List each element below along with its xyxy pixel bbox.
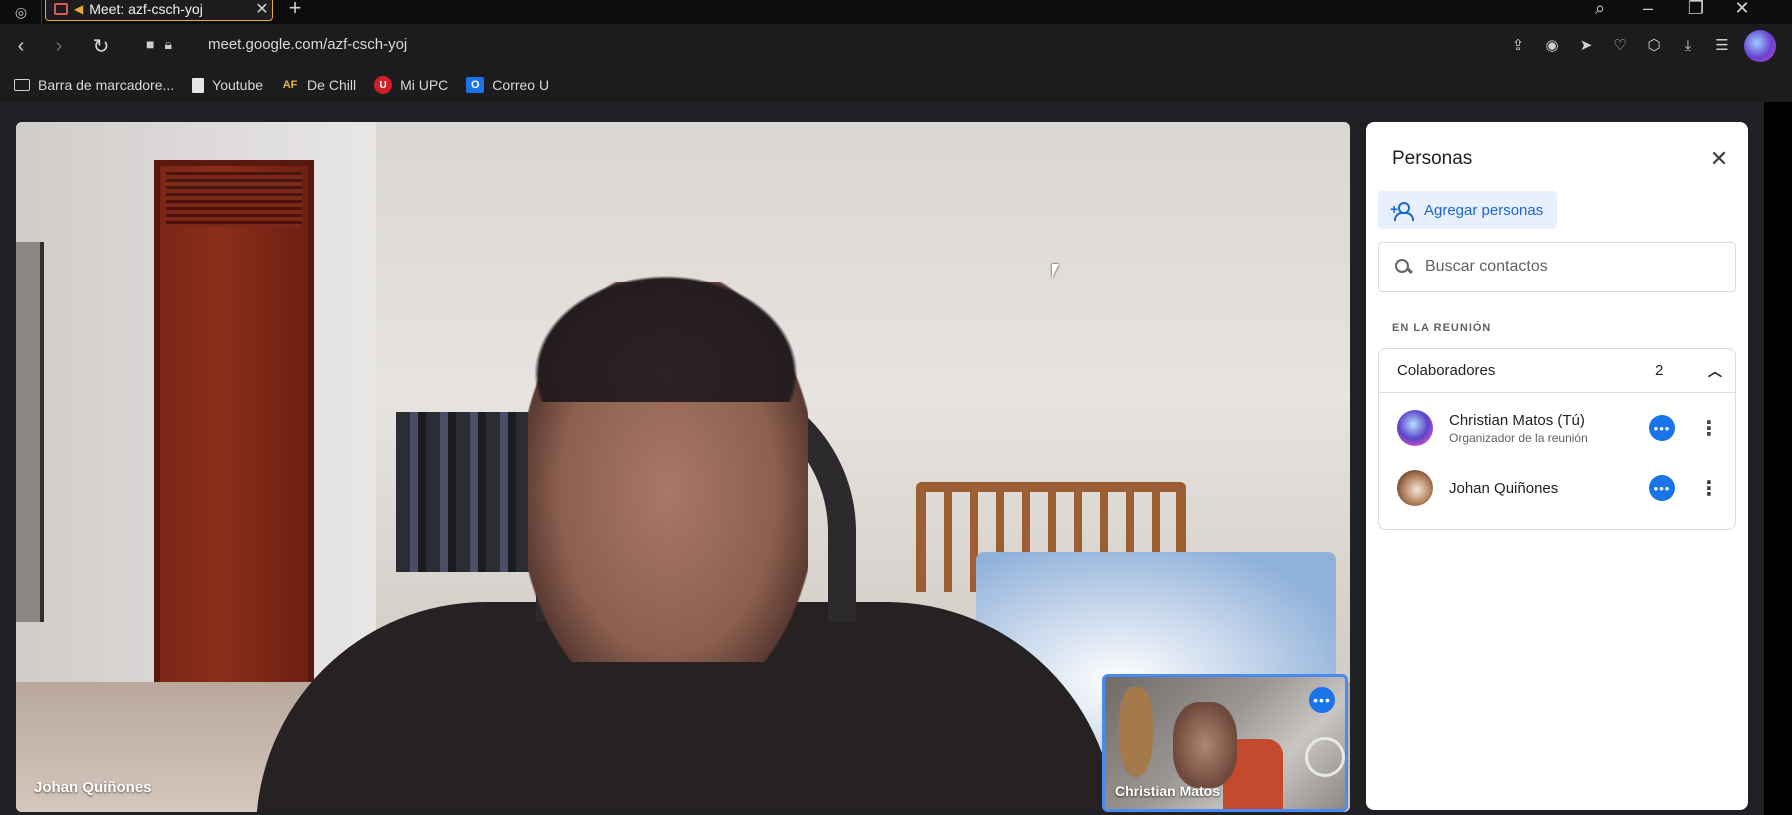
group-name: Colaboradores	[1397, 362, 1496, 379]
download-icon[interactable]: ⤓	[1678, 35, 1698, 55]
video-door-vent	[166, 172, 302, 227]
opera-menu-icon[interactable]: ◎	[0, 0, 42, 24]
reload-icon[interactable]: ↻	[86, 24, 116, 68]
snapshot-icon[interactable]: ◉	[1542, 35, 1562, 55]
self-video-tile[interactable]: ••• Christian Matos	[1102, 674, 1348, 812]
more-vert-icon[interactable]: ⋮	[1697, 476, 1721, 500]
search-icon	[1395, 259, 1411, 275]
browser-window: ◎ ◀ Meet: azf-csch-yoj ✕ + ⌕ – ❐ ✕ ‹ › ↻…	[0, 0, 1792, 815]
tab-close-icon[interactable]: ✕	[252, 0, 272, 19]
folder-icon	[14, 79, 30, 91]
maximize-icon[interactable]: ❐	[1674, 0, 1718, 20]
easy-setup-icon[interactable]: ☰	[1712, 35, 1732, 55]
lock-icon[interactable]: 🔒︎	[164, 36, 171, 53]
group-count: 2	[1655, 362, 1664, 379]
send-icon[interactable]: ➤	[1576, 35, 1596, 55]
avatar	[1397, 470, 1433, 506]
participant-name: Johan Quiñones	[1449, 479, 1559, 497]
window-close-icon[interactable]: ✕	[1720, 0, 1764, 20]
participant-options-icon[interactable]: •••	[1649, 475, 1675, 501]
self-more-options-icon[interactable]: •••	[1309, 687, 1335, 713]
bookmark-folder[interactable]: Barra de marcadore...	[14, 77, 174, 93]
upc-icon: U	[374, 76, 393, 94]
heart-icon[interactable]: ♡	[1610, 35, 1630, 55]
self-video-face	[1173, 702, 1237, 788]
participant-row: Johan Quiñones ••• ⋮	[1379, 459, 1735, 517]
back-icon[interactable]: ‹	[6, 24, 36, 68]
main-video-tile[interactable]: Johan Quiñones ••• Christian Matos	[16, 122, 1350, 812]
collaborators-group: Colaboradores 2 ︿ Christian Matos (Tú) O…	[1378, 348, 1736, 530]
tab-meet[interactable]: ◀ Meet: azf-csch-yoj ✕	[45, 0, 273, 21]
share-icon[interactable]: ⇪	[1508, 35, 1528, 55]
bookmark-de-chill[interactable]: AF De Chill	[281, 77, 356, 93]
bookmark-label: De Chill	[307, 77, 357, 93]
section-in-meeting: EN LA REUNIÓN	[1392, 322, 1492, 334]
self-participant-name: Christian Matos	[1115, 783, 1221, 799]
self-video-fan	[1305, 737, 1345, 777]
tab-title: Meet: azf-csch-yoj	[89, 0, 203, 17]
participant-row: Christian Matos (Tú) Organizador de la r…	[1379, 399, 1735, 457]
right-gutter	[1764, 102, 1792, 815]
main-participant-name: Johan Quiñones	[34, 779, 152, 796]
tab-bar: ◎ ◀ Meet: azf-csch-yoj ✕ + ⌕ – ❐ ✕	[0, 0, 1792, 24]
outlook-icon: O	[466, 77, 485, 93]
speaker-icon[interactable]: ◀	[74, 2, 83, 16]
camera-indicator-icon[interactable]: ■	[146, 36, 154, 53]
participant-name: Christian Matos (Tú)	[1449, 411, 1585, 429]
video-mirror	[16, 242, 44, 622]
self-video-guitar	[1119, 687, 1153, 777]
af-icon: AF	[282, 79, 298, 91]
search-contacts[interactable]	[1378, 242, 1736, 292]
chevron-up-icon[interactable]: ︿	[1695, 351, 1735, 391]
bookmarks-bar: Barra de marcadore... Youtube AF De Chil…	[0, 68, 1792, 102]
new-tab-button[interactable]: +	[283, 0, 307, 20]
add-people-button[interactable]: + Agregar personas	[1378, 191, 1558, 229]
address-bar: ‹ › ↻ ■ 🔒︎ meet.google.com/azf-csch-yoj …	[0, 24, 1792, 68]
panel-close-icon[interactable]: ✕	[1702, 142, 1736, 176]
profile-avatar[interactable]	[1744, 30, 1776, 62]
bookmark-label: Mi UPC	[400, 77, 449, 93]
participant-role: Organizador de la reunión	[1449, 430, 1588, 445]
search-tabs-icon[interactable]: ⌕	[1578, 0, 1622, 20]
collaborators-header[interactable]: Colaboradores 2 ︿	[1379, 349, 1735, 393]
bookmark-label: Youtube	[212, 77, 264, 93]
avatar	[1397, 410, 1433, 446]
add-people-label: Agregar personas	[1424, 201, 1544, 219]
search-contacts-input[interactable]	[1425, 258, 1715, 276]
extensions-icon[interactable]: ⬡	[1644, 35, 1664, 55]
minimize-icon[interactable]: –	[1626, 0, 1670, 20]
bookmark-mi-upc[interactable]: U Mi UPC	[374, 76, 448, 94]
more-vert-icon[interactable]: ⋮	[1697, 416, 1721, 440]
forward-icon[interactable]: ›	[44, 24, 74, 68]
add-person-icon: +	[1390, 201, 1414, 221]
video-person-hair	[516, 262, 816, 402]
panel-title: Personas	[1392, 148, 1473, 169]
participant-options-icon[interactable]: •••	[1649, 415, 1675, 441]
bookmark-correo-u[interactable]: O Correo U	[466, 77, 549, 93]
meet-favicon-icon	[54, 2, 68, 15]
meet-stage: Johan Quiñones ••• Christian Matos Perso…	[0, 102, 1792, 815]
url-field[interactable]: meet.google.com/azf-csch-yoj	[208, 36, 407, 53]
bookmark-label: Barra de marcadore...	[38, 77, 175, 93]
mouse-cursor-icon	[1052, 264, 1059, 278]
video-door	[154, 160, 314, 735]
people-panel: Personas ✕ + Agregar personas EN LA REUN…	[1366, 122, 1748, 810]
bookmark-youtube[interactable]: Youtube	[192, 77, 263, 93]
bookmark-label: Correo U	[492, 77, 550, 93]
document-icon	[192, 77, 205, 93]
